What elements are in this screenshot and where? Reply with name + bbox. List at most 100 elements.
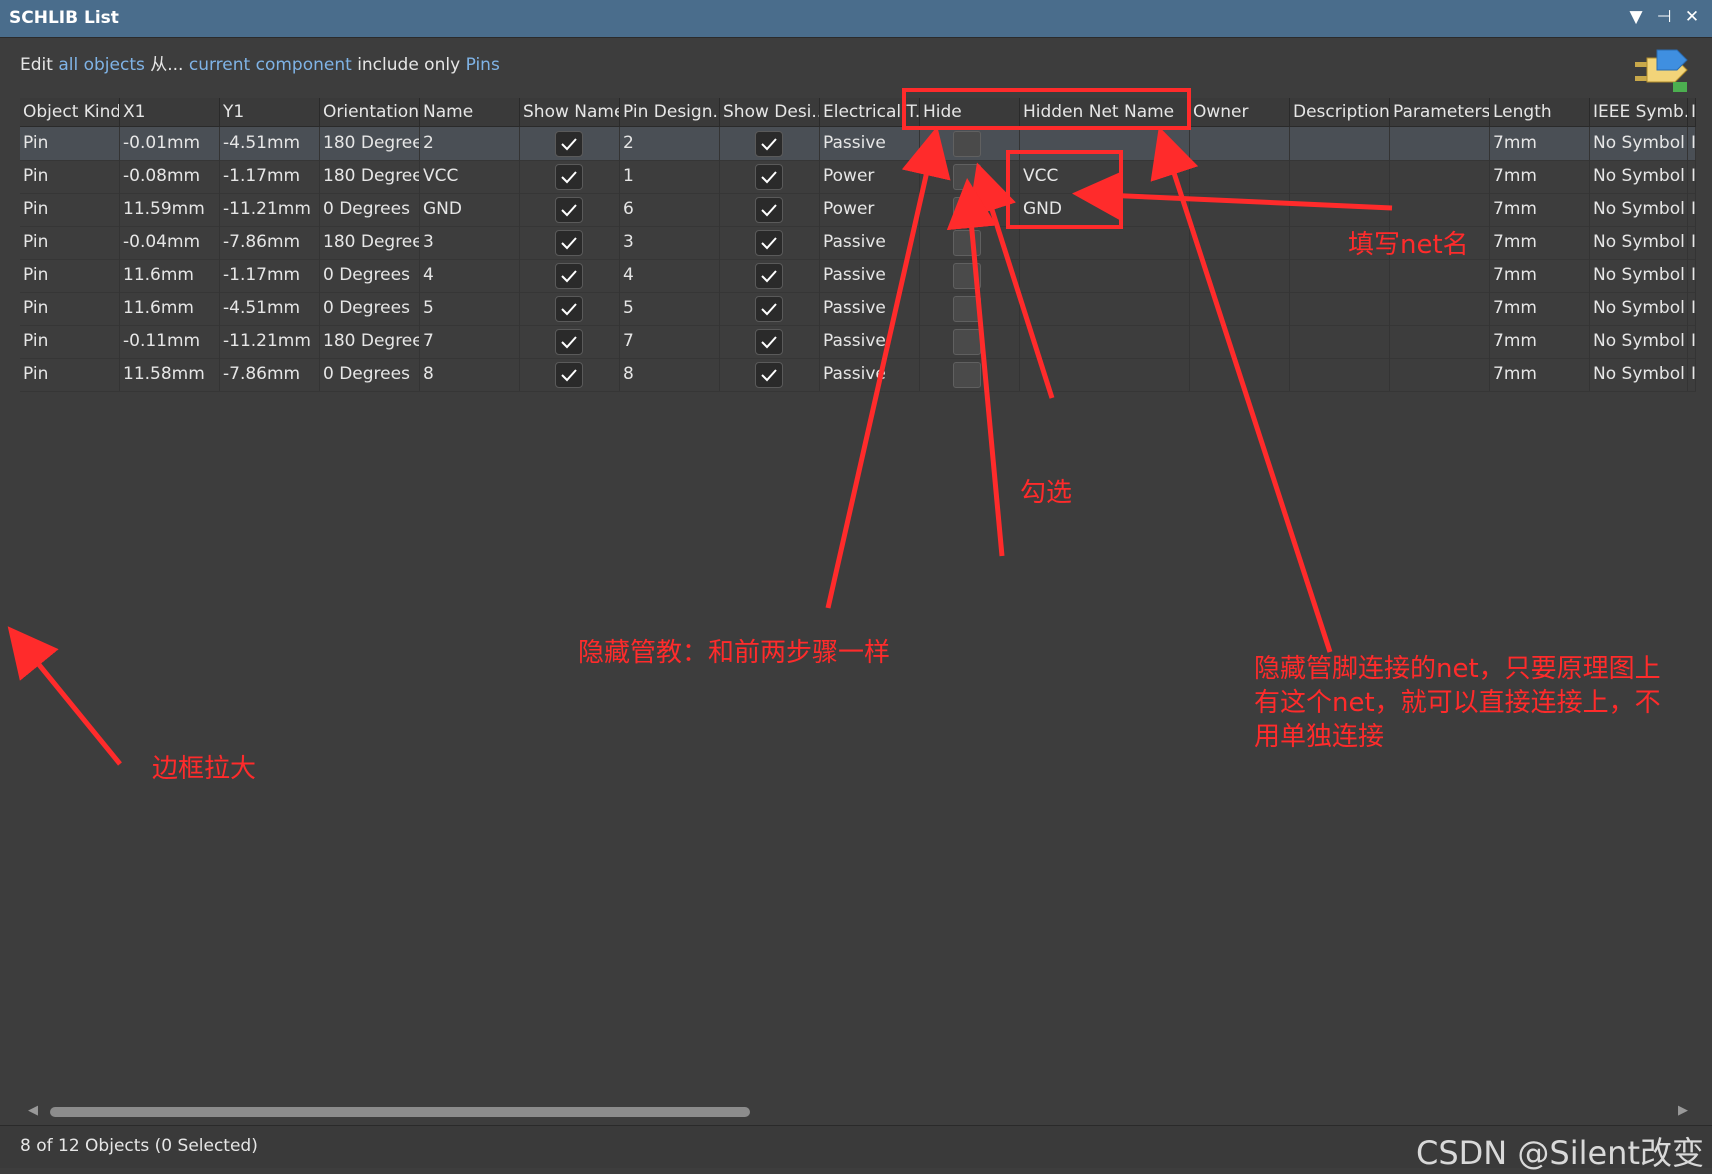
cell-hidden-net-name[interactable] bbox=[1020, 325, 1190, 358]
cell-show-designator[interactable] bbox=[720, 358, 820, 391]
pin-icon[interactable]: ⊣ bbox=[1654, 7, 1674, 27]
scroll-right-icon[interactable]: ▶ bbox=[1678, 1103, 1688, 1118]
column-header[interactable]: IEEE Symb... bbox=[1590, 98, 1688, 126]
show-designator-checkbox[interactable] bbox=[755, 362, 783, 388]
cell-show-designator[interactable] bbox=[720, 193, 820, 226]
cell-parameters[interactable] bbox=[1390, 358, 1490, 391]
filter-kind-link[interactable]: Pins bbox=[466, 55, 500, 75]
cell-electrical-type[interactable]: Passive bbox=[820, 325, 920, 358]
cell-electrical-type[interactable]: Passive bbox=[820, 292, 920, 325]
cell-x1[interactable]: 11.58mm bbox=[120, 358, 220, 391]
cell-orientation[interactable]: 0 Degrees bbox=[320, 193, 420, 226]
cell-electrical-type[interactable]: Passive bbox=[820, 127, 920, 160]
table-row[interactable]: Pin 11.59mm -11.21mm 0 Degrees GND 6 Power GND 7… bbox=[20, 193, 1696, 227]
table-row[interactable]: Pin-0.11mm-11.21mm180 Degrees77Passive7m… bbox=[20, 325, 1696, 359]
table-row[interactable]: Pin 11.58mm -7.86mm 0 Degrees 8 8 Passive 7mm No… bbox=[20, 358, 1696, 392]
cell-y1[interactable]: -7.86mm bbox=[220, 358, 320, 391]
hide-checkbox[interactable] bbox=[953, 131, 981, 157]
cell-show-designator[interactable] bbox=[720, 127, 820, 160]
hide-checkbox[interactable] bbox=[953, 263, 981, 289]
cell-show-designator[interactable] bbox=[720, 226, 820, 259]
cell-x1[interactable]: -0.04mm bbox=[120, 226, 220, 259]
cell-owner[interactable] bbox=[1190, 160, 1290, 193]
cell-orientation[interactable]: 0 Degrees bbox=[320, 358, 420, 391]
cell-designator[interactable]: 1 bbox=[620, 160, 720, 193]
table-row[interactable]: Pin 11.6mm -4.51mm 0 Degrees 5 5 Passive 7mm No … bbox=[20, 292, 1696, 326]
cell-orientation[interactable]: 180 Degrees bbox=[320, 325, 420, 358]
cell-electrical-type[interactable]: Passive bbox=[820, 226, 920, 259]
cell-hide[interactable] bbox=[920, 226, 1020, 259]
cell-name[interactable]: 5 bbox=[420, 292, 520, 325]
cell-ieee-symbol[interactable]: No Symbol bbox=[1590, 160, 1688, 193]
cell-hide[interactable] bbox=[920, 193, 1020, 226]
column-header[interactable]: Electrical T... bbox=[820, 98, 920, 126]
cell-hide[interactable] bbox=[920, 325, 1020, 358]
column-header[interactable]: Hide bbox=[920, 98, 1020, 126]
cell-length[interactable]: 7mm bbox=[1490, 358, 1590, 391]
cell-parameters[interactable] bbox=[1390, 127, 1490, 160]
show-name-checkbox[interactable] bbox=[555, 362, 583, 388]
cell-hide[interactable] bbox=[920, 292, 1020, 325]
cell-length[interactable]: 7mm bbox=[1490, 127, 1590, 160]
table-row[interactable]: Pin 11.6mm -1.17mm 0 Degrees 4 4 Passive 7mm No … bbox=[20, 259, 1696, 293]
cell-show-name[interactable] bbox=[520, 160, 620, 193]
cell-owner[interactable] bbox=[1190, 358, 1290, 391]
hide-checkbox[interactable] bbox=[953, 329, 981, 355]
cell-designator[interactable]: 5 bbox=[620, 292, 720, 325]
show-name-checkbox[interactable] bbox=[555, 230, 583, 256]
column-header[interactable]: Description bbox=[1290, 98, 1390, 126]
column-header[interactable]: Owner bbox=[1190, 98, 1290, 126]
cell-owner[interactable] bbox=[1190, 259, 1290, 292]
cell-orientation[interactable]: 0 Degrees bbox=[320, 259, 420, 292]
cell-parameters[interactable] bbox=[1390, 160, 1490, 193]
scrollbar-thumb[interactable] bbox=[50, 1107, 750, 1117]
cell-parameters[interactable] bbox=[1390, 292, 1490, 325]
show-name-checkbox[interactable] bbox=[555, 296, 583, 322]
cell-description[interactable] bbox=[1290, 325, 1390, 358]
cell-designator[interactable]: 7 bbox=[620, 325, 720, 358]
cell-object-kind[interactable]: Pin bbox=[20, 358, 120, 391]
cell-overflow[interactable]: I bbox=[1688, 292, 1696, 325]
show-designator-checkbox[interactable] bbox=[755, 164, 783, 190]
cell-name[interactable]: 3 bbox=[420, 226, 520, 259]
cell-owner[interactable] bbox=[1190, 325, 1290, 358]
cell-orientation[interactable]: 180 Degrees bbox=[320, 160, 420, 193]
cell-show-name[interactable] bbox=[520, 127, 620, 160]
cell-show-name[interactable] bbox=[520, 259, 620, 292]
table-row[interactable]: Pin-0.01mm-4.51mm180 Degrees22Passive7mm… bbox=[20, 127, 1696, 161]
cell-hidden-net-name[interactable] bbox=[1020, 226, 1190, 259]
cell-electrical-type[interactable]: Power bbox=[820, 193, 920, 226]
cell-show-name[interactable] bbox=[520, 292, 620, 325]
cell-x1[interactable]: -0.11mm bbox=[120, 325, 220, 358]
cell-designator[interactable]: 3 bbox=[620, 226, 720, 259]
table-row[interactable]: Pin-0.08mm-1.17mm180 DegreesVCC1PowerVCC… bbox=[20, 160, 1696, 194]
select-objects-icon[interactable] bbox=[1633, 48, 1691, 96]
show-designator-checkbox[interactable] bbox=[755, 296, 783, 322]
cell-description[interactable] bbox=[1290, 160, 1390, 193]
cell-ieee-symbol[interactable]: No Symbol bbox=[1590, 358, 1688, 391]
cell-hidden-net-name[interactable] bbox=[1020, 358, 1190, 391]
dropdown-icon[interactable]: ▼ bbox=[1626, 7, 1646, 27]
cell-parameters[interactable] bbox=[1390, 193, 1490, 226]
cell-description[interactable] bbox=[1290, 193, 1390, 226]
column-header[interactable]: Y1 bbox=[220, 98, 320, 126]
cell-show-designator[interactable] bbox=[720, 292, 820, 325]
cell-length[interactable]: 7mm bbox=[1490, 226, 1590, 259]
cell-overflow[interactable]: I bbox=[1688, 325, 1696, 358]
cell-owner[interactable] bbox=[1190, 226, 1290, 259]
cell-x1[interactable]: 11.6mm bbox=[120, 292, 220, 325]
cell-show-designator[interactable] bbox=[720, 259, 820, 292]
cell-show-name[interactable] bbox=[520, 226, 620, 259]
cell-hidden-net-name[interactable]: VCC bbox=[1020, 160, 1190, 193]
cell-owner[interactable] bbox=[1190, 193, 1290, 226]
hide-checkbox[interactable] bbox=[953, 230, 981, 256]
cell-length[interactable]: 7mm bbox=[1490, 193, 1590, 226]
column-header[interactable]: Hidden Net Name bbox=[1020, 98, 1190, 126]
horizontal-scrollbar[interactable]: ◀ ▶ bbox=[20, 1100, 1696, 1122]
cell-x1[interactable]: -0.08mm bbox=[120, 160, 220, 193]
cell-name[interactable]: 7 bbox=[420, 325, 520, 358]
cell-designator[interactable]: 2 bbox=[620, 127, 720, 160]
cell-ieee-symbol[interactable]: No Symbol bbox=[1590, 226, 1688, 259]
cell-object-kind[interactable]: Pin bbox=[20, 127, 120, 160]
cell-object-kind[interactable]: Pin bbox=[20, 193, 120, 226]
